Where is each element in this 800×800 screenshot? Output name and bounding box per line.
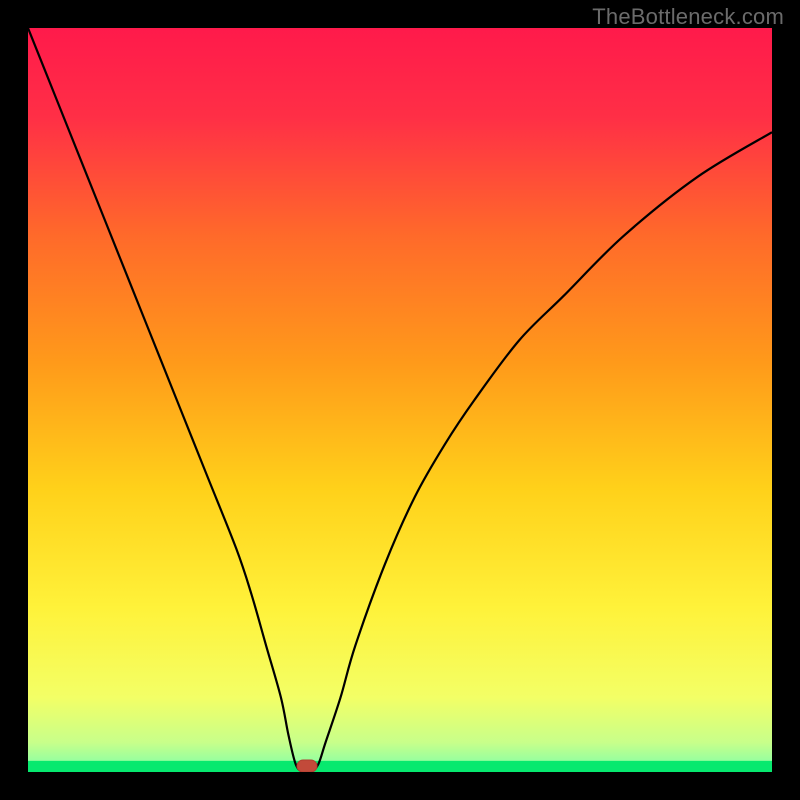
plot-area: [28, 28, 772, 772]
heat-gradient-background: [28, 28, 772, 772]
chart-svg: [28, 28, 772, 772]
watermark-text: TheBottleneck.com: [592, 4, 784, 30]
chart-frame: TheBottleneck.com: [0, 0, 800, 800]
optimal-marker: [297, 760, 317, 772]
green-band: [28, 761, 772, 772]
